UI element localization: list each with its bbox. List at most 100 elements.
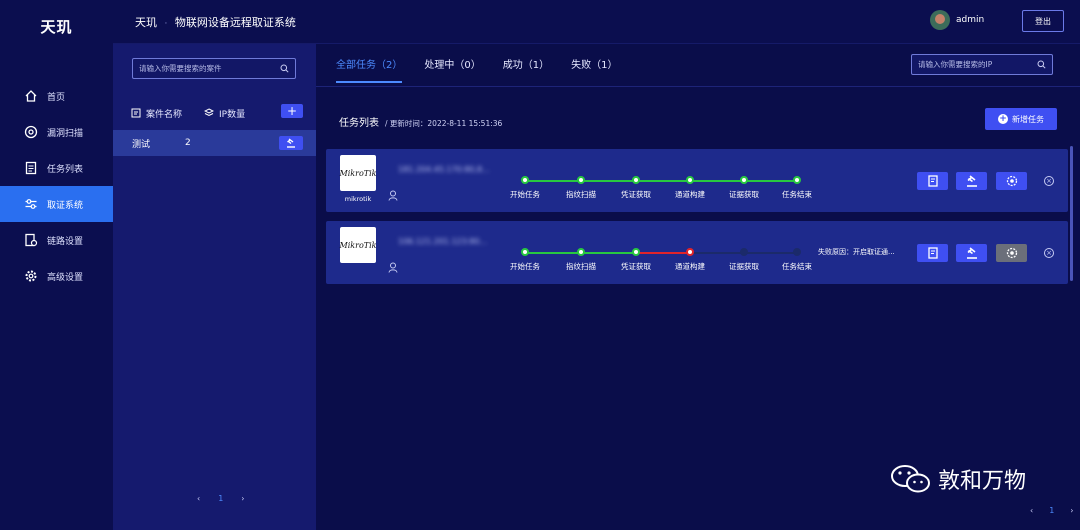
tab-processing[interactable]: 处理中（0）: [424, 56, 480, 83]
new-task-button[interactable]: + 新增任务: [985, 108, 1057, 130]
gavel-icon: [966, 247, 977, 259]
page-title: 物联网设备远程取证系统: [174, 16, 296, 29]
progress-track: [744, 180, 797, 182]
nav-item-task-list[interactable]: 任务列表: [0, 150, 113, 186]
top-bar: 天玑 · 物联网设备远程取证系统 admin 登出: [113, 0, 1080, 44]
col-ip-count: IP数量: [219, 109, 246, 120]
task-list-heading: 任务列表: [339, 118, 379, 129]
step-label: 开始任务: [510, 262, 540, 271]
watermark: 敦和万物: [890, 462, 1026, 496]
step-label: 指纹扫描: [566, 262, 596, 271]
step-status-icon: [632, 248, 640, 256]
task-pagination: ‹ 1 ›: [1022, 506, 1080, 515]
progress-track: [581, 180, 636, 182]
prev-page-button[interactable]: ‹: [197, 494, 200, 503]
breadcrumb-root[interactable]: 天玑: [135, 16, 157, 29]
device-ip: 181.204.45.170:80,8...: [398, 165, 490, 174]
add-case-button[interactable]: +: [281, 104, 303, 118]
progress-track: [581, 252, 636, 254]
step-status-icon: [793, 176, 801, 184]
plus-icon: +: [998, 114, 1008, 124]
progress-track: [690, 252, 744, 254]
gavel-button[interactable]: [279, 136, 303, 150]
step-status-icon: [577, 248, 585, 256]
page-number[interactable]: 1: [218, 494, 223, 503]
failure-reason: 失败原因：开启取证通...: [818, 248, 895, 256]
close-icon[interactable]: ×: [1044, 248, 1054, 258]
fingerprint-button[interactable]: [996, 244, 1027, 262]
close-icon[interactable]: ×: [1044, 176, 1054, 186]
task-list-icon: [24, 161, 38, 175]
table-row[interactable]: 测试 2: [113, 130, 316, 156]
tab-failed[interactable]: 失败（1）: [571, 56, 617, 83]
nav-item-label: 高级设置: [47, 272, 84, 283]
nav-item-forensics[interactable]: 取证系统: [0, 186, 113, 222]
step-status-icon: [740, 176, 748, 184]
gavel-button[interactable]: [956, 172, 987, 190]
watermark-text: 敦和万物: [938, 469, 1027, 494]
user-icon: [388, 186, 398, 205]
progress-track: [744, 252, 797, 254]
step-label: 开始任务: [510, 190, 540, 199]
step-label: 凭证获取: [621, 262, 651, 271]
step-status-icon: [577, 176, 585, 184]
nav-item-vuln-scan[interactable]: 漏洞扫描: [0, 114, 113, 150]
task-card: MikroTik mikrotik 181.204.45.170:80,8...…: [326, 149, 1068, 212]
tab-success[interactable]: 成功（1）: [503, 56, 549, 83]
task-list-title: 任务列表 / 更新时间：2022-8-11 15:51:36: [339, 114, 502, 129]
progress-steps: 开始任务 指纹扫描 凭证获取 通道构建 证据获取 任务结束: [499, 245, 812, 285]
progress-track: [636, 180, 690, 182]
step-status-icon: [521, 176, 529, 184]
progress-steps: 开始任务 指纹扫描 凭证获取 通道构建 证据获取 任务结束: [499, 173, 812, 213]
progress-track: [525, 180, 581, 182]
next-page-button[interactable]: ›: [1070, 506, 1073, 515]
step-status-icon: [686, 248, 694, 256]
nav-list: 首页 漏洞扫描 任务列表 取证系统 链路设置 高级设置: [0, 78, 113, 294]
search-icon[interactable]: [280, 64, 289, 75]
case-ip-count: 2: [185, 138, 191, 148]
fingerprint-icon: [1006, 247, 1017, 259]
report-button[interactable]: [917, 172, 948, 190]
report-icon: [927, 247, 938, 259]
step-label: 通道构建: [675, 262, 705, 271]
page-number[interactable]: 1: [1049, 506, 1054, 515]
task-tabs: 全部任务（2） 处理中（0） 成功（1） 失败（1）: [336, 56, 640, 83]
search-icon[interactable]: [1037, 60, 1046, 71]
main-content: 全部任务（2） 处理中（0） 成功（1） 失败（1） 请输入你需要搜索的IP 任…: [316, 44, 1080, 530]
user-menu[interactable]: admin: [930, 10, 984, 30]
nav-item-label: 漏洞扫描: [47, 128, 84, 139]
prev-page-button[interactable]: ‹: [1030, 506, 1033, 515]
step-status-icon: [740, 248, 748, 256]
task-card: MikroTik 106.121.201.123:80... 开始任务 指纹扫描 凭…: [326, 221, 1068, 284]
fingerprint-button[interactable]: [996, 172, 1027, 190]
nav-item-advanced-settings[interactable]: 高级设置: [0, 258, 113, 294]
nav-item-home[interactable]: 首页: [0, 78, 113, 114]
report-button[interactable]: [917, 244, 948, 262]
link-settings-icon: [24, 233, 38, 247]
tab-all[interactable]: 全部任务（2）: [336, 56, 403, 83]
scrollbar[interactable]: [1070, 146, 1073, 281]
scan-icon: [24, 125, 38, 139]
progress-track: [525, 252, 581, 254]
app-logo: 天玑: [40, 17, 73, 36]
gavel-icon: [287, 138, 295, 148]
next-page-button[interactable]: ›: [241, 494, 244, 503]
forensics-icon: [24, 197, 38, 211]
case-search-input[interactable]: 请输入你需要搜索的案件: [132, 58, 296, 79]
breadcrumb: 天玑 · 物联网设备远程取证系统: [135, 14, 296, 30]
gavel-button[interactable]: [956, 244, 987, 262]
logout-button[interactable]: 登出: [1022, 10, 1064, 32]
update-time: / 更新时间：2022-8-11 15:51:36: [385, 119, 503, 128]
step-label: 证据获取: [729, 262, 759, 271]
step-label: 指纹扫描: [566, 190, 596, 199]
step-status-icon: [793, 248, 801, 256]
case-name: 测试: [132, 139, 151, 150]
nav-item-link-settings[interactable]: 链路设置: [0, 222, 113, 258]
step-status-icon: [521, 248, 529, 256]
gavel-icon: [966, 175, 977, 187]
device-brand-label: mikrotik: [344, 195, 372, 203]
step-label: 任务结束: [782, 190, 812, 199]
progress-track: [636, 252, 690, 254]
ip-search-input[interactable]: 请输入你需要搜索的IP: [911, 54, 1053, 75]
device-brand-logo: MikroTik: [340, 155, 377, 191]
